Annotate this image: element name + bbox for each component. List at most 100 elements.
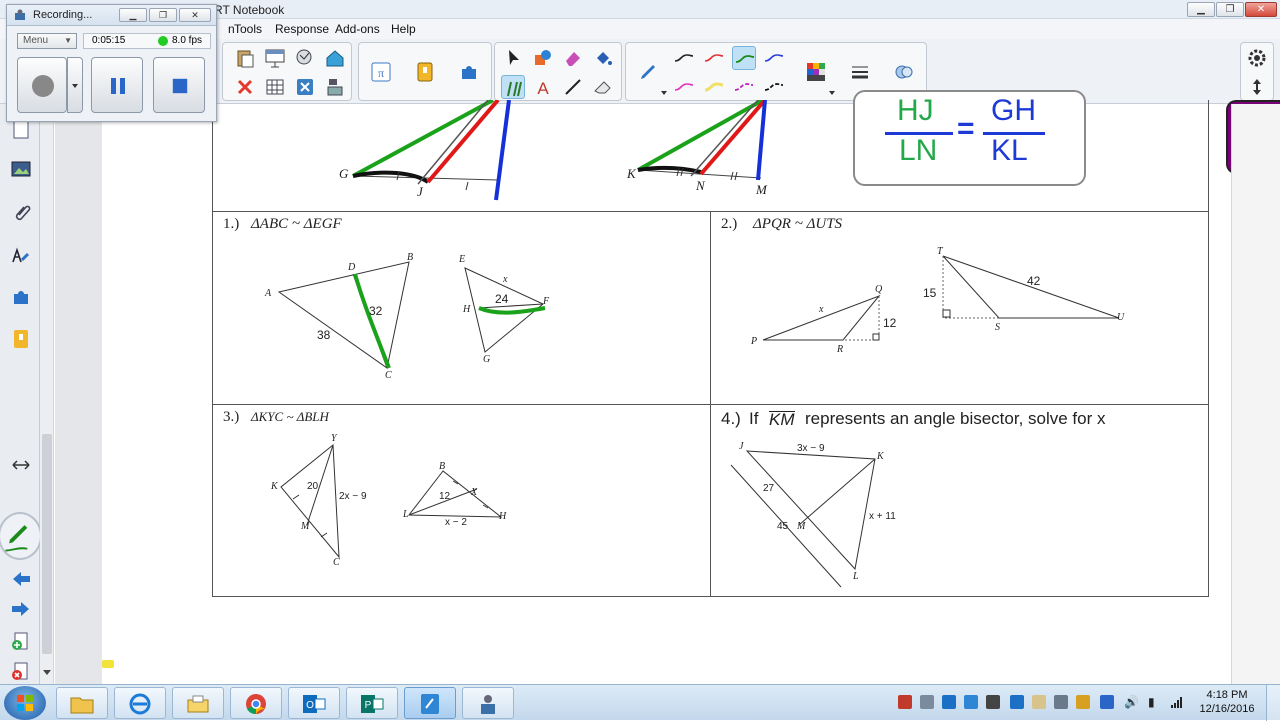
attachments-icon[interactable] <box>10 202 32 224</box>
menu-tools[interactable]: Tools <box>234 22 262 36</box>
table-icon[interactable] <box>263 75 287 99</box>
screen-shade-icon[interactable] <box>263 46 287 70</box>
taskbar-outlook[interactable]: O <box>288 687 340 719</box>
line-width-icon[interactable] <box>848 60 872 84</box>
system-clock[interactable]: 4:18 PM 12/16/2016 <box>1192 688 1262 716</box>
recorder-restore-button[interactable]: ❐ <box>149 8 177 22</box>
p3-label-k: K <box>271 481 278 492</box>
shield-icon[interactable] <box>898 695 912 709</box>
pen-style-green[interactable] <box>732 46 756 70</box>
next-page-icon[interactable] <box>10 598 32 620</box>
pen-style-blue[interactable] <box>762 46 786 70</box>
p1-label-h: H <box>463 304 471 315</box>
eraser-icon[interactable] <box>591 75 615 99</box>
taskbar-publisher[interactable]: P <box>346 687 398 719</box>
recorder-close-button[interactable]: ✕ <box>179 8 211 22</box>
menu-response[interactable]: Response <box>275 22 329 36</box>
pen-tool-icon[interactable] <box>636 60 660 84</box>
fill-effects-icon[interactable] <box>892 60 916 84</box>
start-button[interactable] <box>4 686 46 720</box>
active-pen-indicator[interactable] <box>0 512 42 560</box>
delete-icon[interactable] <box>233 75 257 99</box>
cloud-tray-icon[interactable] <box>964 695 978 709</box>
taskbar-file-manager[interactable] <box>172 687 224 719</box>
response-tab-icon[interactable] <box>10 328 32 350</box>
line-tool-icon[interactable] <box>561 75 585 99</box>
home-icon[interactable] <box>323 46 347 70</box>
pen-style-magenta[interactable] <box>672 75 696 99</box>
scrollbar-thumb[interactable] <box>42 434 52 654</box>
p4-value-27: 27 <box>763 483 775 494</box>
settings-gear-icon[interactable] <box>1245 46 1269 70</box>
skype-tray-icon[interactable] <box>1010 695 1024 709</box>
pens-icon[interactable] <box>501 75 525 99</box>
select-arrow-icon[interactable] <box>501 46 525 70</box>
office-tray-icon[interactable] <box>942 695 956 709</box>
taskbar-recorder[interactable] <box>462 687 514 719</box>
math-tools-icon[interactable]: π <box>369 60 393 84</box>
taskbar-smart-notebook[interactable] <box>404 687 456 719</box>
color-palette-icon[interactable] <box>804 60 828 84</box>
addon-puzzle-icon[interactable] <box>457 60 481 84</box>
addons-tab-icon[interactable] <box>10 286 32 308</box>
record-options-dropdown[interactable] <box>67 57 83 113</box>
response-icon[interactable] <box>413 60 437 84</box>
recorder-app-icon <box>15 9 25 20</box>
p3-label-b: B <box>439 461 446 472</box>
response-tray-icon[interactable] <box>1076 695 1090 709</box>
pen-style-black[interactable] <box>672 46 696 70</box>
add-page-icon[interactable] <box>10 630 32 652</box>
fullscreen-icon[interactable] <box>293 75 317 99</box>
eraser-shape-icon[interactable] <box>561 46 585 70</box>
move-toolbar-icon[interactable] <box>1245 75 1269 99</box>
p2-label-q: Q <box>875 284 883 295</box>
gallery-icon[interactable] <box>10 158 32 180</box>
tool-tray-icon[interactable] <box>920 695 934 709</box>
properties-icon[interactable] <box>10 244 32 266</box>
windows-taskbar: O P 🔊 ▮ 4:18 PM 12/16/2016 <box>0 684 1280 721</box>
pen-style-yellow[interactable] <box>702 75 726 99</box>
problem-2-cell: 2.) ΔPQR ~ ΔUTS P Q R T S U x 12 15 42 <box>710 211 1209 405</box>
shapes-icon[interactable] <box>531 46 555 70</box>
restore-button[interactable]: ❐ <box>1216 2 1244 17</box>
wifi-signal-icon[interactable] <box>1170 695 1184 709</box>
mail-tray-icon[interactable] <box>1032 695 1046 709</box>
paste-icon[interactable] <box>233 46 257 70</box>
pen-style-magenta-dash[interactable] <box>732 75 756 99</box>
pen-style-red[interactable] <box>702 46 726 70</box>
pen-style-black-dash[interactable] <box>762 75 786 99</box>
problem-4-figure <box>730 450 876 588</box>
minimize-button[interactable]: ▁ <box>1187 2 1215 17</box>
close-window-button[interactable]: ✕ <box>1245 2 1277 17</box>
menu-addons[interactable]: Add-ons <box>335 22 380 36</box>
p4-value-x-11: x + 11 <box>869 511 896 522</box>
record-button[interactable] <box>17 57 67 113</box>
taskbar-internet-explorer[interactable] <box>114 687 166 719</box>
problem-3-cell: 3.) ΔKYC ~ ΔBLH Y K M C B L H X 20 2x − … <box>212 404 711 597</box>
taskbar-explorer[interactable] <box>56 687 108 719</box>
capture-icon[interactable] <box>293 46 317 70</box>
battery-icon[interactable]: ▮ <box>1148 695 1162 709</box>
text-tool-icon[interactable]: A <box>531 75 555 99</box>
clock-time: 4:18 PM <box>1206 689 1248 701</box>
show-desktop-button[interactable] <box>1266 685 1280 721</box>
volume-icon[interactable]: 🔊 <box>1124 695 1139 709</box>
notebook-page[interactable]: G J K N M HJ LN = GH KL 1.) ΔABC ~ ΔEGF … <box>55 90 1280 684</box>
taskbar-chrome[interactable] <box>230 687 282 719</box>
network-tool-tray-icon[interactable] <box>1054 695 1068 709</box>
pause-button[interactable] <box>91 57 143 113</box>
scroll-down-icon[interactable] <box>43 670 51 675</box>
recorder-menu-dropdown[interactable]: Menu ▼ <box>17 33 77 49</box>
expand-arrows-icon[interactable] <box>10 454 32 476</box>
smart-tray-icon[interactable] <box>1100 695 1114 709</box>
svg-text:A: A <box>537 79 549 98</box>
recorder-minimize-button[interactable]: ▁ <box>119 8 147 22</box>
menu-help[interactable]: Help <box>391 22 416 36</box>
document-camera-icon[interactable] <box>323 75 347 99</box>
stop-button[interactable] <box>153 57 205 113</box>
security-tray-icon[interactable] <box>986 695 1000 709</box>
fill-icon[interactable] <box>591 46 615 70</box>
delete-page-icon[interactable] <box>10 660 32 682</box>
vertical-scrollbar[interactable] <box>40 104 54 684</box>
previous-page-icon[interactable] <box>10 568 32 590</box>
